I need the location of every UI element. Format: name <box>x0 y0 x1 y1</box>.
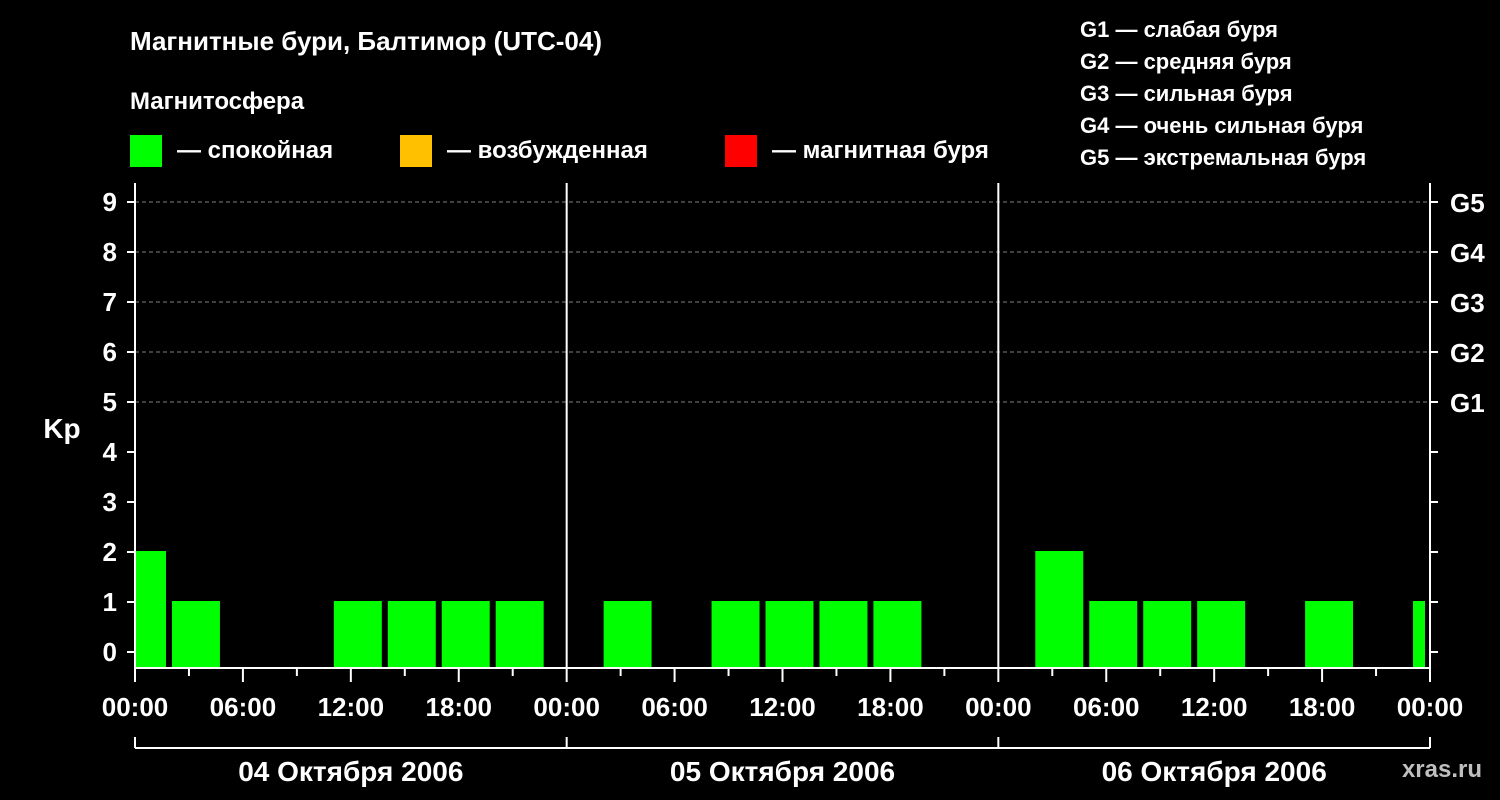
chart-title: Магнитные бури, Балтимор (UTC-04) <box>130 26 602 56</box>
x-tick-label-3: 18:00 <box>426 692 493 722</box>
y-axis-label: Kp <box>43 413 80 444</box>
kp-chart: Магнитные бури, Балтимор (UTC-04) Магнит… <box>43 17 1485 787</box>
day-label-0: 04 Октября 2006 <box>238 756 463 787</box>
bar-22 <box>1305 601 1354 668</box>
y-tick-label-1: 1 <box>103 587 117 617</box>
legend-label-active: — возбужденная <box>447 137 648 164</box>
x-tick-label-11: 18:00 <box>1289 692 1356 722</box>
bar-12 <box>765 601 814 668</box>
storm-scale-g4: G4 — очень сильная буря <box>1080 113 1363 138</box>
day-label-1: 05 Октября 2006 <box>670 756 895 787</box>
day-label-2: 06 Октября 2006 <box>1102 756 1327 787</box>
bars <box>136 551 1425 668</box>
storm-scale-g1: G1 — слабая буря <box>1080 17 1278 42</box>
y-tick-label-7: 7 <box>103 287 117 317</box>
legend-label-storm: — магнитная буря <box>772 137 989 164</box>
bar-17 <box>1035 551 1084 668</box>
y-tick-label-5: 5 <box>103 387 117 417</box>
legend-swatch-storm <box>725 135 757 167</box>
y-tick-label-2: 2 <box>103 537 117 567</box>
legend-swatch-active <box>400 135 432 167</box>
y-tick-label-0: 0 <box>103 637 117 667</box>
grid-lines <box>135 201 1430 403</box>
storm-scale-g5: G5 — экстремальная буря <box>1080 145 1366 170</box>
right-tick-label-g2: G2 <box>1450 338 1485 368</box>
watermark: xras.ru <box>1402 756 1482 783</box>
right-tick-label-g5: G5 <box>1450 188 1485 218</box>
x-tick-label-6: 12:00 <box>749 692 816 722</box>
y-tick-label-4: 4 <box>103 437 118 467</box>
x-tick-label-2: 12:00 <box>318 692 385 722</box>
bar-0 <box>136 551 166 668</box>
ticks: 0 1 2 3 4 5 6 7 8 9 G1 G2 G3 G4 G5 00:00 06:00 12:00 18:00… <box>102 187 1485 787</box>
bar-11 <box>711 601 760 668</box>
right-tick-label-g4: G4 <box>1450 238 1485 268</box>
right-tick-label-g1: G1 <box>1450 388 1485 418</box>
storm-scale-g3: G3 — сильная буря <box>1080 81 1293 106</box>
bar-20 <box>1197 601 1246 668</box>
x-tick-label-0: 00:00 <box>102 692 169 722</box>
x-tick-label-12: 00:00 <box>1397 692 1464 722</box>
right-tick-label-g3: G3 <box>1450 288 1485 318</box>
magnetosphere-heading: Магнитосфера <box>130 88 305 115</box>
bar-4 <box>333 601 382 668</box>
x-tick-label-10: 12:00 <box>1181 692 1248 722</box>
y-tick-label-3: 3 <box>103 487 117 517</box>
bar-24 <box>1413 601 1425 668</box>
bar-19 <box>1143 601 1192 668</box>
x-tick-label-9: 06:00 <box>1073 692 1140 722</box>
x-tick-label-1: 06:00 <box>210 692 277 722</box>
bar-1 <box>171 601 220 668</box>
x-tick-label-7: 18:00 <box>857 692 924 722</box>
legend-label-quiet: — спокойная <box>177 137 333 164</box>
legend-swatch-quiet <box>130 135 162 167</box>
x-tick-label-4: 00:00 <box>533 692 600 722</box>
y-tick-label-8: 8 <box>103 237 117 267</box>
bar-6 <box>441 601 490 668</box>
storm-scale-g2: G2 — средняя буря <box>1080 49 1292 74</box>
bar-14 <box>873 601 922 668</box>
y-tick-label-9: 9 <box>103 187 117 217</box>
x-tick-label-5: 06:00 <box>641 692 708 722</box>
bar-5 <box>387 601 436 668</box>
bar-18 <box>1089 601 1138 668</box>
x-tick-label-8: 00:00 <box>965 692 1032 722</box>
bar-13 <box>819 601 868 668</box>
bar-7 <box>495 601 544 668</box>
y-tick-label-6: 6 <box>103 337 117 367</box>
bar-9 <box>603 601 652 668</box>
